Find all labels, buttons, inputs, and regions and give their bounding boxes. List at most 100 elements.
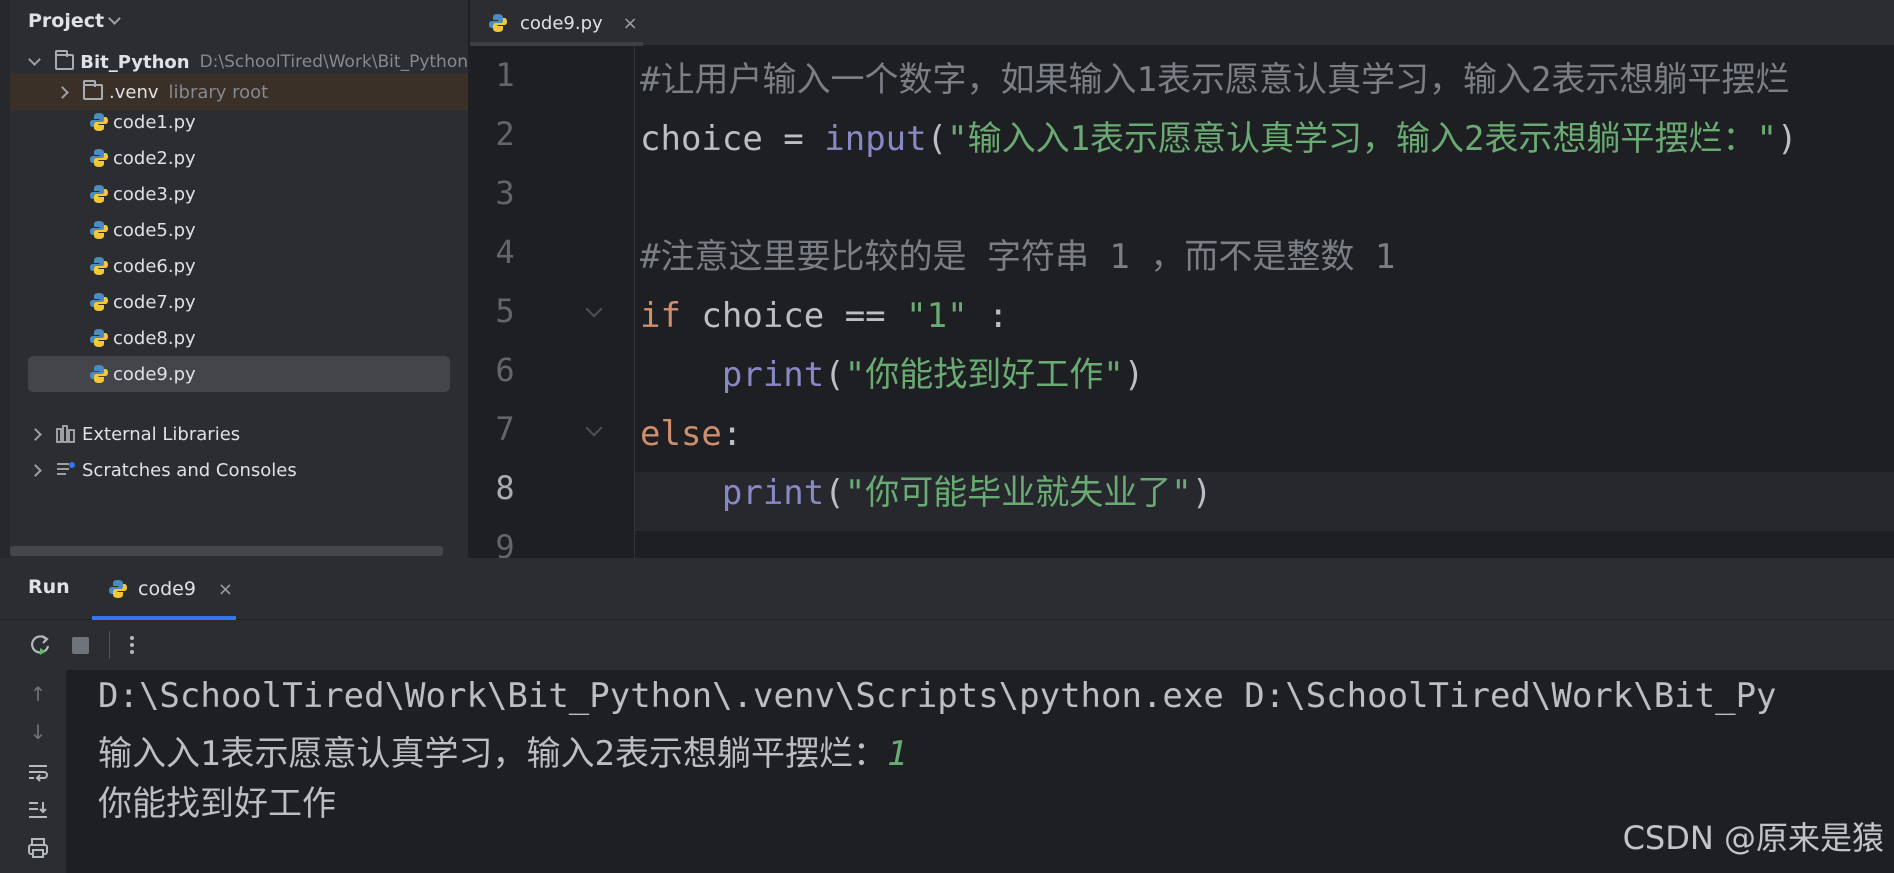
line-number-current: 8 bbox=[495, 469, 515, 507]
python-file-icon bbox=[90, 293, 108, 311]
editor-tab-bar: code9.py × bbox=[470, 0, 1894, 46]
tree-file-label: code6.py bbox=[113, 255, 196, 277]
code-builtin: input bbox=[824, 119, 927, 159]
editor-gutter: 1 2 3 4 5 6 7 8 9 bbox=[470, 46, 635, 558]
code-colon: : bbox=[967, 296, 1009, 336]
code-line-8[interactable]: print("你可能毕业就失业了") bbox=[640, 464, 1212, 523]
chevron-right-icon[interactable] bbox=[28, 463, 42, 477]
python-file-icon bbox=[90, 113, 108, 131]
run-tab-label: code9 bbox=[138, 578, 196, 600]
code-paren: ( bbox=[926, 119, 948, 159]
tree-scratches[interactable]: Scratches and Consoles bbox=[10, 452, 468, 488]
tree-file-item[interactable]: code8.py bbox=[10, 320, 468, 356]
code-identifier: choice bbox=[640, 119, 763, 159]
code-line-4[interactable]: #注意这里要比较的是 字符串 1 ，而不是整数 1 bbox=[640, 228, 1395, 287]
chevron-down-icon[interactable] bbox=[108, 12, 121, 25]
venv-folder-name: .venv bbox=[109, 81, 159, 103]
code-paren: ( bbox=[824, 355, 845, 395]
editor-tab-code9[interactable]: code9.py × bbox=[470, 0, 643, 46]
code-paren: ) bbox=[1191, 473, 1213, 513]
code-line-5[interactable]: if choice == "1" : bbox=[640, 287, 1009, 346]
python-file-icon bbox=[109, 580, 127, 598]
code-line-1[interactable]: #让用户输入一个数字，如果输入1表示愿意认真学习，输入2表示想躺平摆烂 bbox=[640, 51, 1789, 110]
tree-file-item[interactable]: code5.py bbox=[10, 212, 468, 248]
soft-wrap-icon[interactable] bbox=[26, 760, 50, 784]
run-tab-code9[interactable]: code9 × bbox=[92, 558, 236, 620]
code-paren: ) bbox=[1123, 355, 1145, 395]
console-prompt: 输入入1表示愿意认真学习，输入2表示想躺平摆烂： bbox=[98, 734, 887, 774]
python-file-icon bbox=[90, 365, 108, 383]
root-folder-name: Bit_Python bbox=[80, 51, 190, 73]
code-keyword: else bbox=[640, 414, 722, 454]
more-options-icon[interactable] bbox=[130, 636, 134, 654]
tree-file-item[interactable]: code2.py bbox=[10, 140, 468, 176]
console-side-toolbar: ↑ ↓ bbox=[0, 670, 66, 873]
code-keyword: if bbox=[640, 296, 681, 336]
line-number: 1 bbox=[495, 56, 515, 94]
toolbar-separator bbox=[109, 631, 110, 659]
stop-icon[interactable] bbox=[72, 636, 89, 654]
close-icon[interactable]: × bbox=[623, 13, 638, 34]
code-builtin: print bbox=[721, 473, 825, 513]
editor-tab-label: code9.py bbox=[520, 12, 603, 34]
chevron-right-icon[interactable] bbox=[55, 85, 69, 99]
chevron-down-icon[interactable] bbox=[28, 53, 41, 66]
code-editor: code9.py × 1 2 3 4 5 6 7 8 9 #让用户输入一个数字，… bbox=[470, 0, 1894, 558]
tree-file-label: code1.py bbox=[113, 111, 196, 133]
tree-file-label: code8.py bbox=[113, 327, 196, 349]
scroll-to-end-icon[interactable] bbox=[26, 798, 50, 822]
folder-icon bbox=[55, 50, 75, 70]
external-libraries-label: External Libraries bbox=[82, 423, 241, 445]
code-line-6[interactable]: print("你能找到好工作") bbox=[640, 346, 1144, 405]
code-string: "你可能毕业就失业了" bbox=[844, 473, 1192, 513]
code-line-2[interactable]: choice = input("输入入1表示愿意认真学习，输入2表示想躺平摆烂：… bbox=[640, 110, 1797, 169]
line-number: 7 bbox=[495, 410, 515, 448]
root-folder-path: D:\SchoolTired\Work\Bit_Python bbox=[199, 52, 468, 72]
code-paren: ) bbox=[1776, 119, 1798, 159]
console-output[interactable]: D:\SchoolTired\Work\Bit_Python\.venv\Scr… bbox=[66, 670, 1894, 873]
code-string: "1" bbox=[906, 296, 968, 336]
library-icon bbox=[56, 425, 75, 443]
tree-file-item[interactable]: code6.py bbox=[10, 248, 468, 284]
rerun-icon[interactable] bbox=[28, 633, 52, 657]
tree-file-label: code5.py bbox=[113, 219, 196, 241]
code-comment: #注意这里要比较的是 字符串 1 ，而不是整数 1 bbox=[640, 237, 1396, 277]
python-file-icon bbox=[90, 329, 108, 347]
console-prompt-line: 输入入1表示愿意认真学习，输入2表示想躺平摆烂：1 bbox=[98, 726, 907, 775]
tree-file-label: code7.py bbox=[113, 291, 196, 313]
code-line-7[interactable]: else: bbox=[640, 405, 742, 464]
print-icon[interactable] bbox=[26, 836, 50, 860]
tree-file-item[interactable]: code3.py bbox=[10, 176, 468, 212]
run-panel-title: Run bbox=[28, 576, 70, 598]
chevron-right-icon[interactable] bbox=[28, 427, 42, 441]
tree-file-item[interactable]: code7.py bbox=[10, 284, 468, 320]
scratches-label: Scratches and Consoles bbox=[82, 459, 297, 481]
watermark: CSDN @原来是猿 bbox=[1622, 819, 1884, 857]
console-user-input: 1 bbox=[886, 734, 908, 774]
code-string: "输入入1表示愿意认真学习，输入2表示想躺平摆烂：" bbox=[947, 119, 1777, 159]
scroll-up-icon[interactable]: ↑ bbox=[26, 682, 50, 706]
tree-file-label: code2.py bbox=[113, 147, 196, 169]
run-panel-header: Run code9 × bbox=[0, 558, 1894, 620]
tool-window-strip bbox=[0, 0, 10, 558]
code-comment: #让用户输入一个数字，如果输入1表示愿意认真学习，输入2表示想躺平摆烂 bbox=[640, 60, 1790, 100]
venv-folder-tag: library root bbox=[168, 81, 269, 103]
python-file-icon bbox=[90, 149, 108, 167]
scratches-icon bbox=[57, 462, 75, 475]
scroll-down-icon[interactable]: ↓ bbox=[26, 720, 50, 744]
project-title: Project bbox=[28, 10, 105, 32]
folder-icon bbox=[83, 80, 103, 100]
tree-file-item[interactable]: code1.py bbox=[10, 104, 468, 140]
python-file-icon bbox=[90, 257, 108, 275]
fold-toggle-icon[interactable] bbox=[585, 300, 603, 318]
fold-toggle-icon[interactable] bbox=[585, 419, 603, 437]
line-number: 9 bbox=[495, 528, 515, 558]
tree-file-item[interactable]: code9.py bbox=[28, 356, 450, 392]
project-panel-header[interactable]: Project bbox=[28, 8, 121, 34]
project-horizontal-scrollbar[interactable] bbox=[10, 546, 443, 556]
line-number: 5 bbox=[495, 292, 515, 330]
tree-external-libraries[interactable]: External Libraries bbox=[10, 416, 468, 452]
tree-file-label: code3.py bbox=[113, 183, 196, 205]
close-icon[interactable]: × bbox=[218, 579, 233, 600]
